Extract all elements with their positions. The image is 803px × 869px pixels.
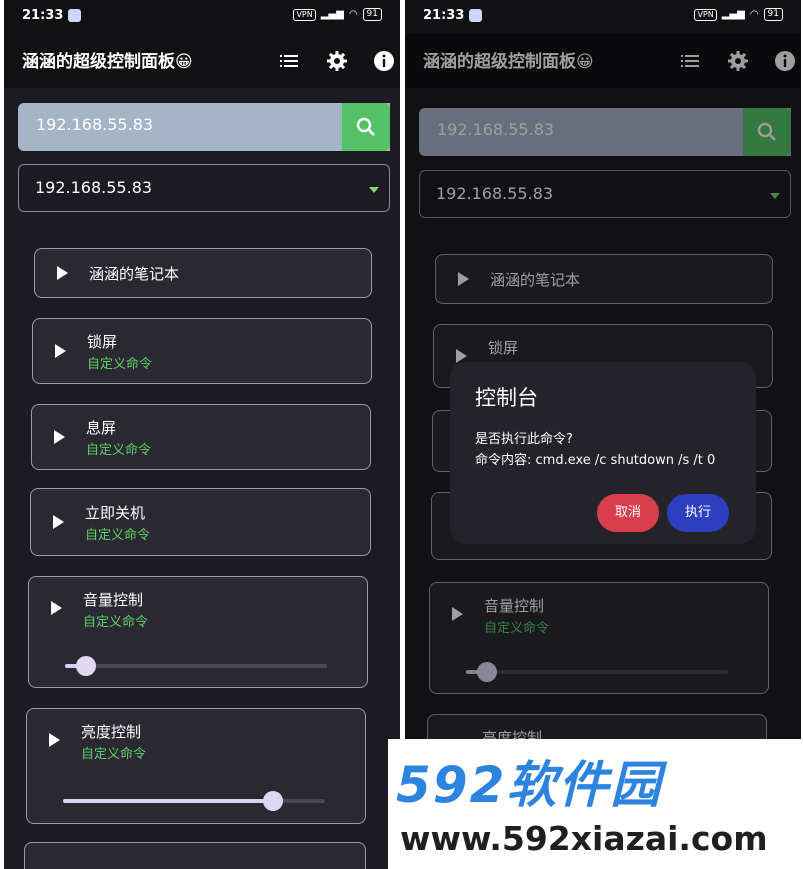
execute-button[interactable]: 执行	[667, 494, 729, 532]
app-title: 涵涵的超级控制面板😀	[22, 52, 193, 72]
status-icons: VPN ▂▄▆ ◠ 91	[694, 8, 783, 21]
status-time: 21:33	[423, 8, 465, 23]
card-volume[interactable]: 音量控制 自定义命令	[28, 576, 368, 688]
watermark-url: www.592xiazai.com	[400, 819, 768, 858]
search-button[interactable]	[342, 103, 390, 151]
wifi-icon: ◠	[749, 9, 759, 20]
slider-fill	[63, 799, 273, 803]
watermark-brand: 592软件园	[396, 756, 663, 814]
dialog-question: 是否执行此命令?	[475, 432, 573, 447]
card-partial[interactable]	[24, 842, 366, 869]
ip-input[interactable]: 192.168.55.83	[18, 103, 390, 151]
phone-main-screen: 21:33 VPN ▂▄▆ ◠ 91 涵涵的超级控制面板😀 192.168.55…	[4, 0, 400, 869]
play-icon	[55, 344, 66, 358]
status-time: 21:33	[22, 8, 64, 23]
card-screen-off[interactable]: 息屏 自定义命令	[31, 404, 371, 470]
card-subtitle: 自定义命令	[81, 747, 147, 762]
ip-input-value: 192.168.55.83	[36, 115, 154, 134]
card-title: 涵涵的笔记本	[89, 265, 180, 283]
watermark-logo: 592软件园 www.592xiazai.com	[388, 739, 803, 869]
play-icon	[57, 266, 68, 280]
confirm-dialog: 控制台 是否执行此命令? 命令内容: cmd.exe /c shutdown /…	[450, 362, 756, 544]
vpn-badge: VPN	[694, 8, 717, 21]
signal-icon: ▂▄▆	[320, 9, 344, 20]
notification-icon	[469, 9, 482, 22]
slider-thumb[interactable]	[262, 791, 283, 811]
play-icon	[49, 733, 60, 747]
battery-indicator: 91	[362, 8, 382, 21]
chevron-down-icon	[369, 187, 379, 193]
card-brightness[interactable]: 亮度控制 自定义命令	[26, 708, 366, 824]
card-title: 息屏	[86, 419, 117, 437]
volume-slider[interactable]	[65, 656, 327, 676]
card-subtitle: 自定义命令	[86, 443, 152, 458]
dialog-title: 控制台	[475, 386, 538, 410]
screenshot-stage: 21:33 VPN ▂▄▆ ◠ 91 涵涵的超级控制面板😀 192.168.55…	[0, 0, 803, 869]
card-lock-screen[interactable]: 锁屏 自定义命令	[32, 318, 372, 384]
card-title: 立即关机	[85, 504, 146, 522]
card-subtitle: 自定义命令	[85, 528, 151, 543]
dialog-command: 命令内容: cmd.exe /c shutdown /s /t 0	[475, 453, 716, 468]
wifi-icon: ◠	[348, 9, 358, 20]
app-bar: 涵涵的超级控制面板😀	[4, 34, 400, 88]
cancel-button[interactable]: 取消	[597, 494, 659, 532]
brightness-slider[interactable]	[63, 791, 325, 811]
slider-thumb[interactable]	[75, 656, 96, 676]
play-icon	[51, 601, 62, 615]
play-icon	[54, 430, 65, 444]
card-title: 亮度控制	[81, 723, 142, 741]
dropdown-selected: 192.168.55.83	[35, 178, 153, 197]
status-bar: 21:33 VPN ▂▄▆ ◠ 91	[4, 0, 400, 34]
search-icon	[356, 117, 375, 136]
vpn-badge: VPN	[293, 8, 316, 21]
list-icon[interactable]	[278, 50, 300, 72]
info-icon[interactable]	[373, 50, 395, 72]
card-subtitle: 自定义命令	[87, 357, 153, 372]
ip-dropdown[interactable]: 192.168.55.83	[18, 164, 390, 212]
status-icons: VPN ▂▄▆ ◠ 91	[293, 8, 382, 21]
battery-indicator: 91	[763, 8, 783, 21]
play-icon	[53, 515, 64, 529]
signal-icon: ▂▄▆	[721, 9, 745, 20]
notification-icon	[68, 9, 81, 22]
gear-icon[interactable]	[326, 50, 348, 72]
card-title: 音量控制	[83, 591, 144, 609]
card-title: 锁屏	[87, 333, 118, 351]
card-subtitle: 自定义命令	[83, 615, 149, 630]
card-shutdown[interactable]: 立即关机 自定义命令	[30, 488, 371, 556]
card-device[interactable]: 涵涵的笔记本	[34, 248, 372, 298]
status-bar: 21:33 VPN ▂▄▆ ◠ 91	[405, 0, 801, 34]
